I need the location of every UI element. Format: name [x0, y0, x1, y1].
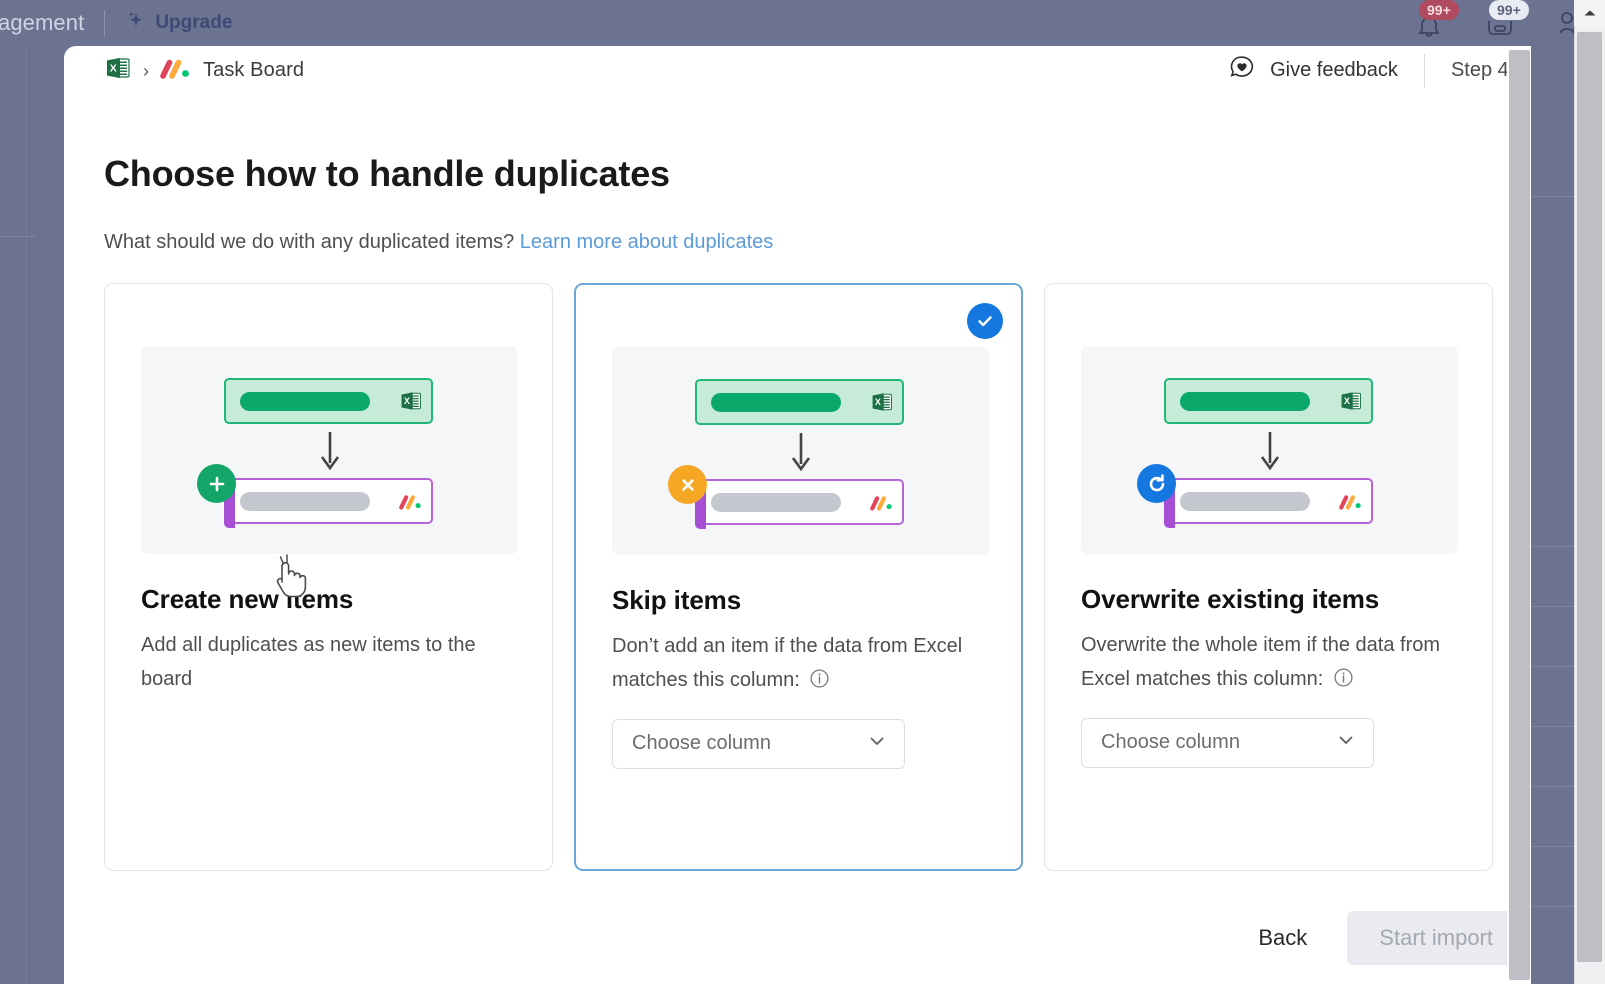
- notifications-badge: 99+: [1419, 0, 1459, 20]
- illustration-monday-pill: [711, 493, 841, 512]
- illustration-create-new-items: X: [141, 346, 518, 554]
- illustration-excel-row: X: [1164, 378, 1373, 424]
- breadcrumb: X › Task Board: [104, 54, 304, 87]
- monday-logo-icon: [1339, 493, 1363, 510]
- start-import-button[interactable]: Start import: [1347, 911, 1525, 965]
- import-wizard-modal: X › Task Board: [64, 46, 1531, 984]
- give-feedback-button[interactable]: Give feedback: [1228, 54, 1424, 88]
- sparkle-icon: [125, 9, 147, 37]
- excel-file-icon: X: [104, 54, 132, 87]
- board-name: Task Board: [203, 59, 304, 82]
- option-description-text: Overwrite the whole item if the data fro…: [1081, 634, 1440, 690]
- upgrade-label: Upgrade: [155, 12, 232, 34]
- option-card-skip-items[interactable]: X: [574, 283, 1023, 871]
- svg-text:X: X: [110, 63, 117, 75]
- option-title: Overwrite existing items: [1081, 584, 1456, 615]
- chevron-down-icon: [867, 731, 887, 757]
- option-title: Create new items: [141, 584, 516, 615]
- info-icon[interactable]: [1333, 665, 1354, 699]
- workspace-title: agement: [0, 10, 84, 36]
- option-title: Skip items: [612, 585, 985, 616]
- modal-scrollbar-thumb[interactable]: [1509, 50, 1530, 980]
- illustration-excel-pill: [240, 392, 370, 411]
- page-scrollbar-track[interactable]: [1574, 0, 1605, 984]
- excel-file-icon: X: [399, 389, 423, 413]
- page-scrollbar-thumb[interactable]: [1577, 32, 1602, 962]
- illustration-excel-row: X: [695, 379, 904, 425]
- illustration-monday-row: [224, 478, 433, 524]
- page-title: Choose how to handle duplicates: [104, 153, 1491, 195]
- give-feedback-label: Give feedback: [1270, 59, 1398, 82]
- modal-footer: Back Start import: [64, 892, 1531, 984]
- subtitle-text: What should we do with any duplicated it…: [104, 231, 514, 253]
- excel-file-icon: X: [870, 390, 894, 414]
- option-description: Don’t add an item if the data from Excel…: [612, 629, 985, 701]
- caret-up-icon[interactable]: [1574, 0, 1605, 26]
- close-x-icon: [668, 465, 707, 504]
- rail-vertical-divider: [26, 46, 27, 984]
- left-nav-rail: [0, 46, 64, 984]
- back-button[interactable]: Back: [1242, 915, 1323, 961]
- modal-header: X › Task Board: [64, 46, 1531, 95]
- illustration-monday-pill: [240, 492, 370, 511]
- option-description: Overwrite the whole item if the data fro…: [1081, 628, 1456, 700]
- monday-logo-icon: [870, 494, 894, 511]
- option-card-overwrite-existing-items[interactable]: X: [1044, 283, 1493, 871]
- monday-logo-icon: [399, 493, 423, 510]
- plus-icon: [197, 464, 236, 503]
- illustration-excel-pill: [1180, 392, 1310, 411]
- excel-file-icon: X: [1339, 389, 1363, 413]
- illustration-monday-pill: [1180, 492, 1310, 511]
- selected-check-icon: [967, 303, 1003, 339]
- rail-divider-line: [0, 236, 36, 237]
- upgrade-button[interactable]: Upgrade: [125, 9, 232, 37]
- breadcrumb-separator: ›: [143, 62, 149, 80]
- top-bar-divider: [104, 10, 105, 36]
- option-description-text: Don’t add an item if the data from Excel…: [612, 635, 962, 691]
- illustration-excel-row: X: [224, 378, 433, 424]
- chevron-down-icon: [1336, 730, 1356, 756]
- dropdown-value: Choose column: [632, 732, 771, 755]
- modal-header-right: Give feedback Step 4 of: [1228, 46, 1531, 95]
- option-card-create-new-items[interactable]: X: [104, 283, 553, 871]
- subtitle-row: What should we do with any duplicated it…: [104, 231, 1491, 254]
- illustration-arrow-icon: [788, 431, 814, 480]
- illustration-skip-items: X: [612, 347, 989, 555]
- option-description: Add all duplicates as new items to the b…: [141, 628, 516, 697]
- illustration-arrow-icon: [317, 430, 343, 479]
- skip-items-column-select[interactable]: Choose column: [612, 719, 905, 769]
- monday-logo-icon: [160, 57, 192, 84]
- svg-text:X: X: [875, 397, 881, 407]
- refresh-icon: [1137, 464, 1176, 503]
- svg-text:X: X: [404, 396, 410, 406]
- top-bar-left-group: agement Upgrade: [0, 0, 232, 46]
- notifications-button[interactable]: 99+: [1407, 3, 1451, 43]
- learn-more-link[interactable]: Learn more about duplicates: [520, 231, 774, 253]
- illustration-monday-row: [695, 479, 904, 525]
- svg-text:X: X: [1344, 396, 1350, 406]
- illustration-excel-pill: [711, 393, 841, 412]
- feedback-heart-icon: [1228, 54, 1256, 88]
- modal-body: Choose how to handle duplicates What sho…: [64, 153, 1531, 871]
- illustration-overwrite-existing-items: X: [1081, 346, 1458, 554]
- info-icon[interactable]: [809, 666, 830, 700]
- dropdown-value: Choose column: [1101, 731, 1240, 754]
- overwrite-items-column-select[interactable]: Choose column: [1081, 718, 1374, 768]
- inbox-button[interactable]: 99+: [1477, 3, 1521, 43]
- app-top-bar: agement Upgrade 99+: [0, 0, 1605, 46]
- inbox-badge: 99+: [1489, 0, 1529, 20]
- illustration-monday-row: [1164, 478, 1373, 524]
- duplicate-options-list: X: [104, 283, 1491, 871]
- illustration-arrow-icon: [1257, 430, 1283, 479]
